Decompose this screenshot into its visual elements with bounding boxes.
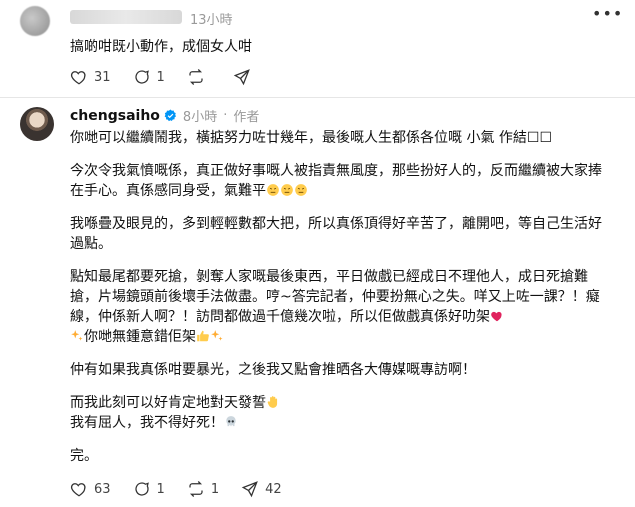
like-button[interactable]: 31 — [70, 68, 111, 86]
reply-time: 8小時 — [182, 110, 218, 125]
paragraph-2-text: 今次令我氣憤嘅係，真正做好事嘅人被指責無風度，那些扮好人的，反而繼續被大家捧在手… — [70, 163, 602, 199]
post-actions: 31 1 — [70, 68, 279, 86]
comment-count: 1 — [156, 69, 165, 85]
share-button[interactable]: 42 — [241, 480, 282, 498]
paragraph-2: 今次令我氣憤嘅係，真正做好事嘅人被指責無風度，那些扮好人的，反而繼續被大家捧在手… — [70, 161, 610, 201]
heart-icon — [70, 71, 86, 85]
comment-icon — [134, 482, 149, 496]
paragraph-7: 我有屈人，我不得好死！ — [70, 413, 610, 433]
repost-button[interactable] — [187, 68, 211, 86]
reply-actions: 63 1 1 42 — [70, 480, 304, 498]
comment-button[interactable]: 1 — [133, 480, 165, 498]
reply-header: chengsaiho 8小時 · 作者 — [70, 106, 260, 126]
paragraph-6-text: 而我此刻可以好肯定地對天發誓 — [70, 395, 266, 411]
paragraph-1: 你哋可以繼續鬧我，橫掂努力咗廿幾年，最後嘅人生都係各位嘅 小氣 作結☐☐ — [70, 128, 610, 148]
paragraph-1-text: 你哋可以繼續鬧我，橫掂努力咗廿幾年，最後嘅人生都係各位嘅 小氣 作結☐☐ — [70, 130, 552, 146]
author-reply: chengsaiho 8小時 · 作者 你哋可以繼續鬧我，橫掂努力咗廿幾年，最後… — [0, 98, 635, 507]
verified-badge-icon — [164, 109, 176, 122]
blurred-username[interactable] — [70, 10, 182, 24]
raised-hand-icon — [267, 396, 278, 408]
angry-face-icon — [267, 184, 279, 196]
username[interactable]: chengsaiho — [70, 108, 160, 124]
sparkles-icon — [71, 330, 83, 341]
share-button[interactable] — [233, 68, 257, 86]
paragraph-3: 我喺疊及眼見的，多到輕輕數都大把，所以真係頂得好辛苦了，離開吧，等自己生活好過點… — [70, 214, 610, 254]
comment-count: 1 — [156, 481, 165, 497]
comment-icon — [134, 70, 149, 84]
send-icon — [241, 481, 258, 498]
avatar[interactable] — [20, 107, 54, 141]
like-count: 63 — [94, 481, 111, 497]
paragraph-5: 仲有如果我真係咁要暴光，之後我又點會推晒各大傳媒嘅專訪啊！ — [70, 360, 610, 380]
angry-face-icon — [295, 184, 307, 196]
paragraph-4: 點知最尾都要死搶，剝奪人家嘅最後東西，平日做戲已經成日不理他人，成日死搶難搶，片… — [70, 267, 610, 347]
like-button[interactable]: 63 — [70, 480, 111, 498]
paragraph-6: 而我此刻可以好肯定地對天發誓 — [70, 393, 610, 413]
send-icon — [233, 69, 250, 86]
post-text: 搞啲咁既小動作，成個女人咁 — [70, 39, 252, 55]
paragraph-7-text: 我有屈人，我不得好死！ — [70, 415, 224, 431]
paragraph-4-text: 點知最尾都要死搶，剝奪人家嘅最後東西，平日做戲已經成日不理他人，成日死搶難搶，片… — [70, 269, 600, 325]
post-time: 13小時 — [190, 13, 233, 28]
paragraph-8-text: 完。 — [70, 448, 98, 464]
more-options-icon[interactable]: ••• — [592, 4, 623, 23]
reply-body: 你哋可以繼續鬧我，橫掂努力咗廿幾年，最後嘅人生都係各位嘅 小氣 作結☐☐ 今次令… — [70, 128, 610, 479]
separator-dot: · — [223, 108, 228, 123]
share-count: 42 — [265, 481, 282, 497]
repost-icon — [189, 69, 203, 85]
angry-face-icon — [281, 184, 293, 196]
comment-button[interactable]: 1 — [133, 68, 165, 86]
like-count: 31 — [94, 69, 111, 85]
repost-count: 1 — [210, 481, 220, 497]
skull-icon — [226, 416, 236, 427]
paragraph-3-text: 我喺疊及眼見的，多到輕輕數都大把，所以真係頂得好辛苦了，離開吧，等自己生活好過點… — [70, 216, 602, 252]
author-label: 作者 — [233, 110, 260, 125]
blurred-avatar[interactable] — [20, 6, 50, 36]
repost-icon — [189, 481, 203, 497]
top-post: 13小時 ••• 搞啲咁既小動作，成個女人咁 31 1 — [0, 0, 635, 97]
sparkles-icon — [211, 330, 223, 341]
thumbs-up-icon — [197, 330, 209, 342]
paragraph-4b-text: 你哋無鍾意錯佢架 — [84, 329, 196, 345]
paragraph-5-text: 仲有如果我真係咁要暴光，之後我又點會推晒各大傳媒嘅專訪啊！ — [70, 362, 476, 378]
paragraph-8: 完。 — [70, 446, 610, 466]
heart-icon — [70, 483, 86, 497]
red-heart-icon — [491, 311, 502, 322]
repost-button[interactable]: 1 — [187, 480, 219, 498]
